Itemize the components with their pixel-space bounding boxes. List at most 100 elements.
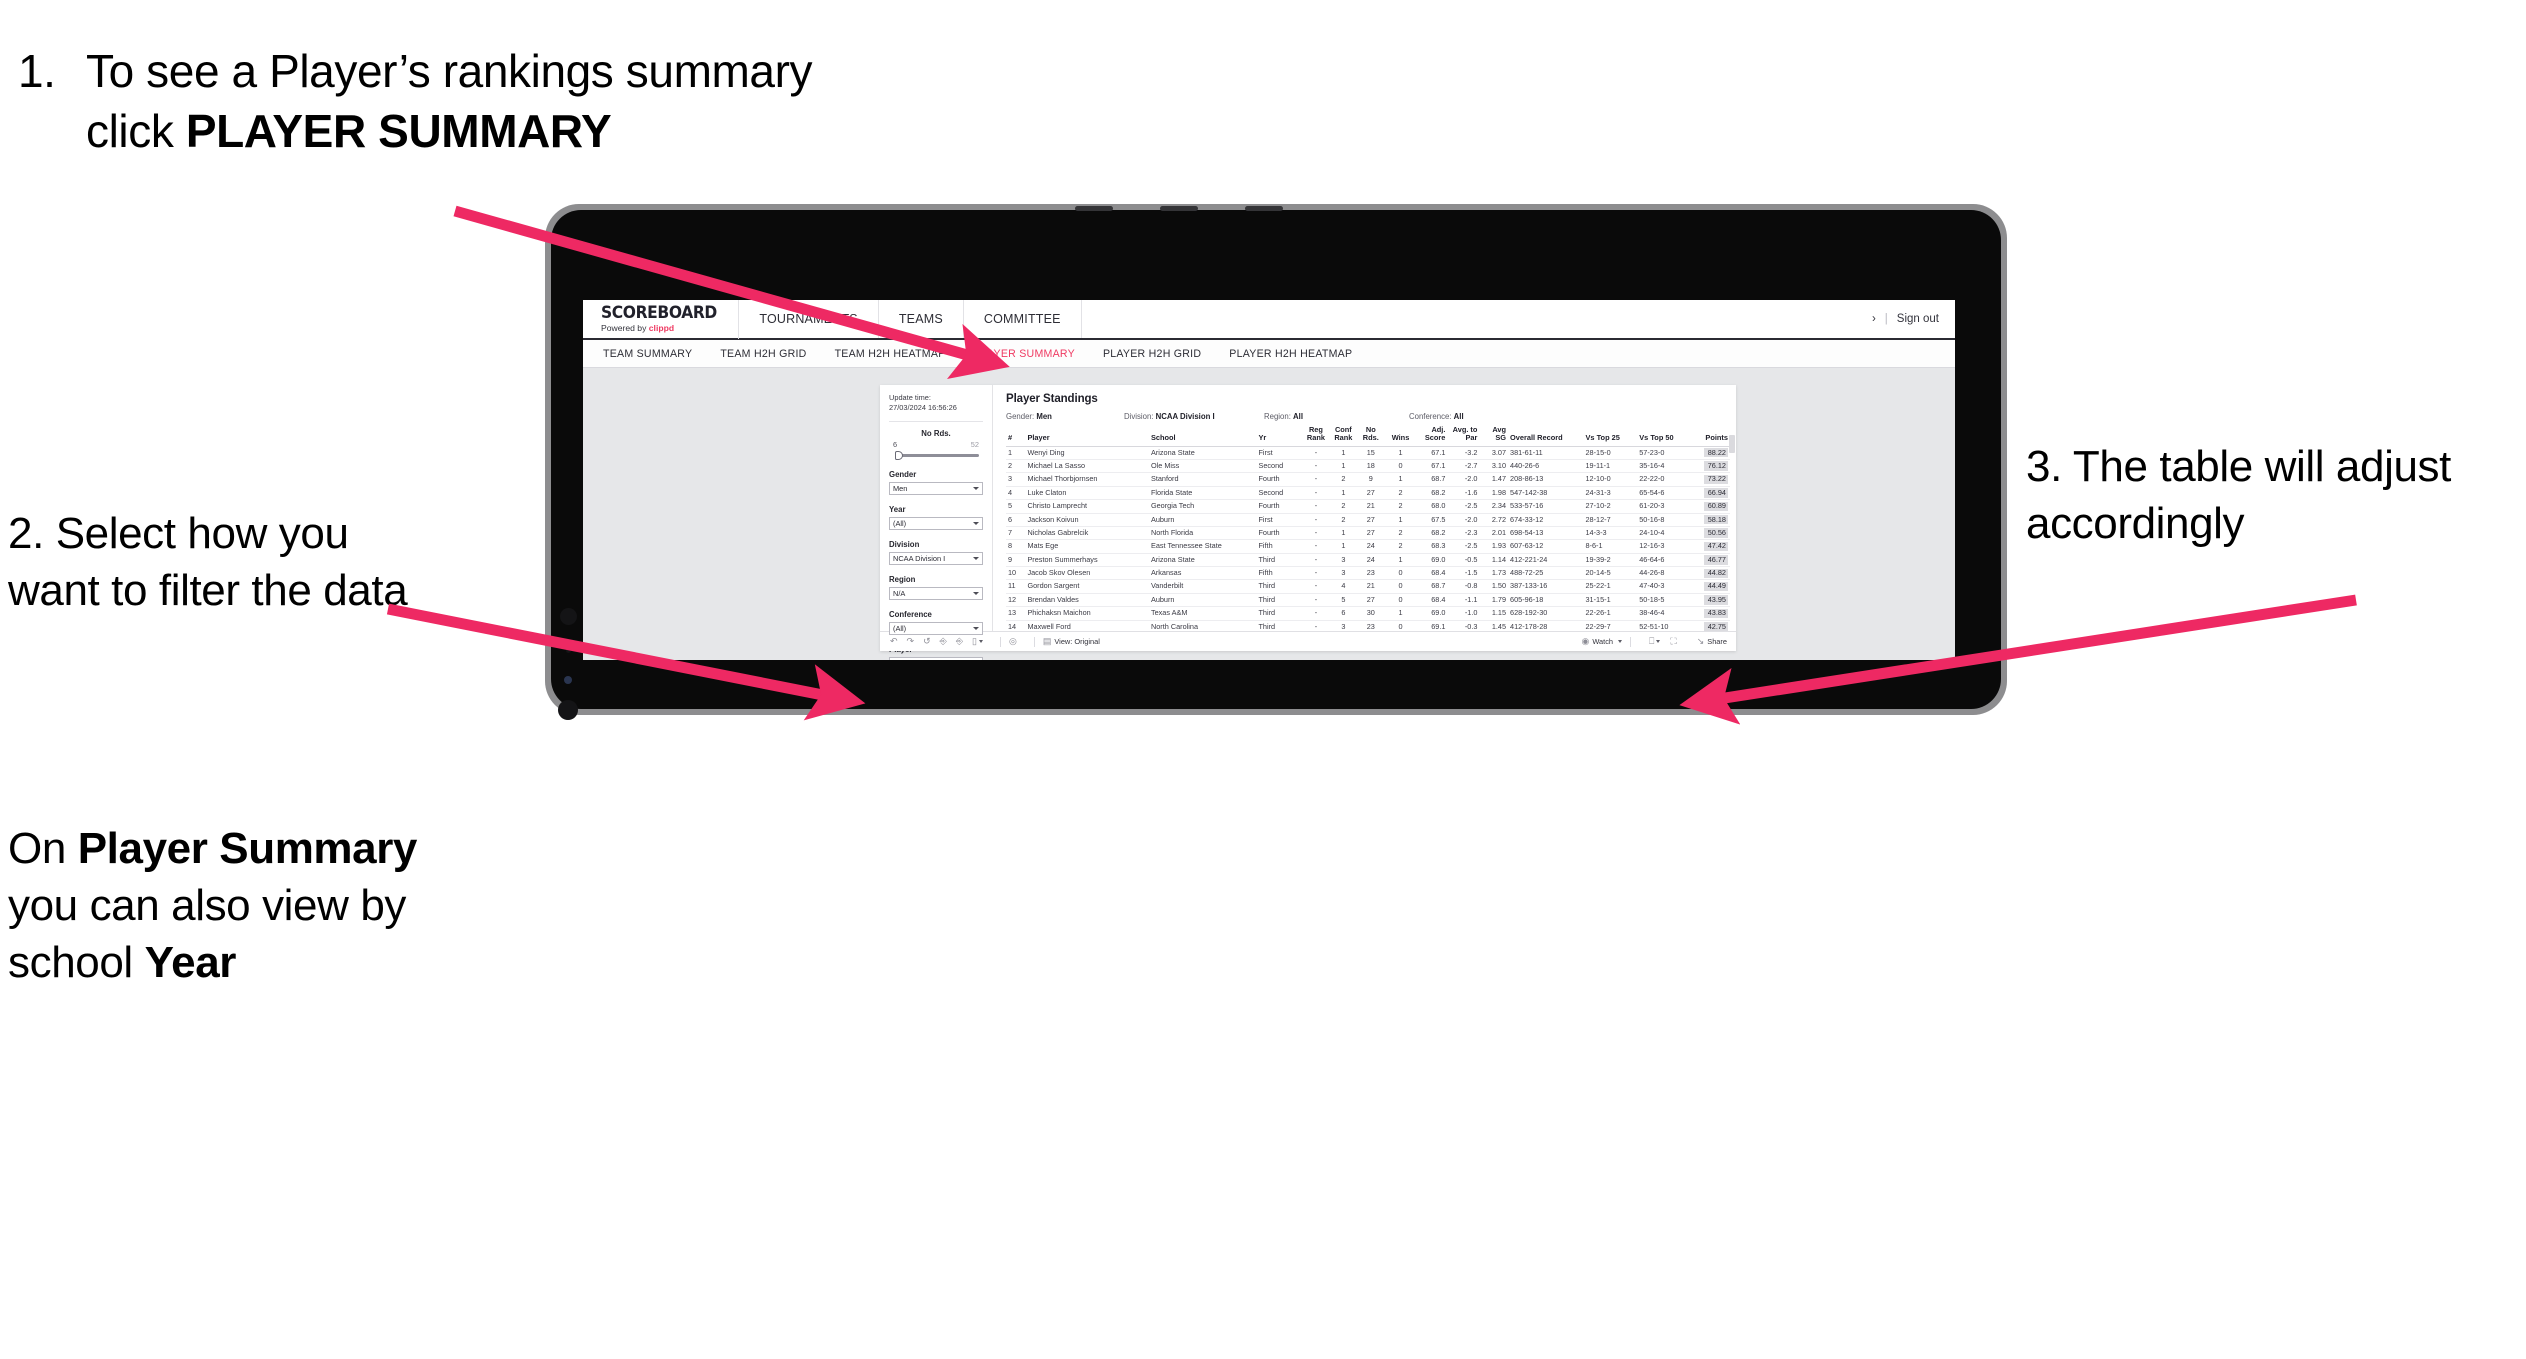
sign-out-link[interactable]: Sign out — [1897, 313, 1939, 325]
column-header-avg_sg[interactable]: Avg SG — [1479, 426, 1509, 447]
revert-all-icon[interactable]: ↺ — [923, 637, 931, 646]
cell-avg_sg: 2.01 — [1479, 526, 1509, 541]
meta-gender-value: Men — [1036, 412, 1052, 421]
player-standings-card: Update time: 27/03/2024 16:56:26 No Rds.… — [880, 385, 1736, 660]
column-header-avg_to_par[interactable]: Avg. to Par — [1447, 426, 1480, 447]
column-header-vs_top25[interactable]: Vs Top 25 — [1583, 426, 1638, 447]
table-row[interactable]: 6 Jackson Koivun Auburn First -2 27 1 67.5 -2.0 2… — [1006, 513, 1730, 527]
cell-conf_rank: 3 — [1329, 620, 1358, 631]
table-row[interactable]: 12 Brendan Valdes Auburn Third -5 27 0 68.4 -1.1… — [1006, 593, 1730, 608]
column-header-no_rds[interactable]: No Rds. — [1357, 426, 1385, 447]
cell-overall_record: 208-86-13 — [1508, 472, 1584, 487]
filter-gender-select[interactable]: Men — [889, 482, 983, 496]
cell-overall_record: 381-61-11 — [1508, 446, 1584, 460]
table-row[interactable]: 8 Mats Ege East Tennessee State Fifth -1 24 2 6… — [1006, 539, 1730, 554]
pause-auto-updates-icon[interactable]: ⎆ — [956, 637, 963, 646]
filter-gender-label: Gender — [889, 470, 917, 480]
toolbar-divider-2 — [1033, 636, 1035, 647]
tab-team-h2h-grid[interactable]: TEAM H2H GRID — [720, 348, 806, 360]
tablet-mic — [558, 700, 578, 720]
cell-player: Preston Summerhays — [1025, 553, 1149, 568]
view-original-button[interactable]: ▤ View: Original — [1043, 637, 1100, 647]
cell-rank: 1 — [1006, 446, 1026, 460]
cell-points: 58.18 — [1691, 513, 1730, 527]
undo-icon[interactable]: ↶ — [890, 637, 898, 646]
cell-avg_to_par: -1.0 — [1447, 606, 1480, 621]
tablet-sensor — [566, 648, 571, 653]
device-layout-icon[interactable]: ▯ — [972, 637, 983, 646]
filter-division: Division NCAA Division I — [889, 540, 983, 566]
filter-year-select[interactable]: (All) — [889, 517, 983, 531]
table-row[interactable]: 13 Phichaksn Maichon Texas A&M Third -6 30 1 69… — [1006, 606, 1730, 621]
cell-reg_rank: - — [1302, 446, 1330, 460]
nav-item-tournaments[interactable]: TOURNAMENTS — [739, 300, 879, 338]
standings-main: Player Standings Gender: Men Division: N… — [993, 385, 1736, 631]
download-icon[interactable]: ⎕ — [1649, 637, 1661, 646]
table-row[interactable]: 14 Maxwell Ford North Carolina Third -3 23 0 69… — [1006, 620, 1730, 631]
tab-player-summary[interactable]: PLAYER SUMMARY — [974, 348, 1075, 360]
fullscreen-icon[interactable]: ⛶ — [1670, 637, 1676, 646]
column-header-wins[interactable]: Wins — [1384, 426, 1417, 447]
table-row[interactable]: 5 Christo Lamprecht Georgia Tech Fourth -2 21… — [1006, 499, 1730, 514]
column-header-reg_rank[interactable]: Reg Rank — [1302, 426, 1330, 447]
cell-school: East Tennessee State — [1148, 539, 1257, 554]
table-row[interactable]: 7 Nicholas Gabrelcik North Florida Fourth -1… — [1006, 526, 1730, 541]
slider-handle[interactable] — [895, 451, 903, 461]
filter-division-select[interactable]: NCAA Division I — [889, 552, 983, 566]
column-header-yr[interactable]: Yr — [1256, 426, 1303, 447]
filter-year: Year (All) — [889, 505, 983, 531]
tab-player-h2h-heatmap[interactable]: PLAYER H2H HEATMAP — [1229, 348, 1352, 360]
meta-division-label: Division: — [1124, 412, 1156, 421]
column-header-player[interactable]: Player — [1025, 426, 1149, 447]
cell-conf_rank: 3 — [1329, 553, 1358, 568]
table-row[interactable]: 11 Gordon Sargent Vanderbilt Third -4 21 0 68.7… — [1006, 579, 1730, 594]
tab-team-summary[interactable]: TEAM SUMMARY — [603, 348, 692, 360]
column-header-vs_top50[interactable]: Vs Top 50 — [1637, 426, 1691, 447]
cell-points: 60.89 — [1691, 499, 1730, 514]
cell-wins: 0 — [1384, 566, 1417, 581]
table-row[interactable]: 10 Jacob Skov Olesen Arkansas Fifth -3 23 0 68.… — [1006, 566, 1730, 581]
column-header-conf_rank[interactable]: Conf Rank — [1329, 426, 1358, 447]
column-header-adj_score[interactable]: Adj. Score — [1416, 426, 1448, 447]
filter-conference-select[interactable]: (All) — [889, 622, 983, 636]
cell-no_rds: 24 — [1357, 539, 1385, 554]
table-row[interactable]: 4 Luke Claton Florida State Second -1 27 2 68.2… — [1006, 486, 1730, 501]
cell-school: North Carolina — [1148, 620, 1257, 631]
slide-canvas: 1. To see a Player’s rankings summary cl… — [0, 0, 2526, 1359]
refresh-icon[interactable]: ⎆ — [940, 637, 947, 646]
account-menu-truncated[interactable]: › — [1872, 313, 1876, 325]
no-rounds-slider[interactable] — [893, 450, 979, 461]
filter-region-select[interactable]: N/A — [889, 587, 983, 601]
watch-button[interactable]: ◉ Watch — [1571, 637, 1622, 646]
filter-player-select[interactable]: (All) — [889, 657, 983, 660]
cell-overall_record: 607-63-12 — [1508, 539, 1584, 554]
cell-overall_record: 488-72-25 — [1508, 566, 1584, 581]
table-scrollbar[interactable] — [1729, 435, 1735, 453]
cell-rank: 10 — [1006, 566, 1026, 581]
tab-team-h2h-heatmap[interactable]: TEAM H2H HEATMAP — [835, 348, 946, 360]
table-row[interactable]: 3 Michael Thorbjornsen Stanford Fourth -2 9 1 6… — [1006, 472, 1730, 487]
table-row[interactable]: 9 Preston Summerhays Arizona State Third -3 2… — [1006, 553, 1730, 568]
column-header-overall_record[interactable]: Overall Record — [1508, 426, 1584, 447]
share-button[interactable]: ↘ Share — [1687, 637, 1727, 647]
tab-player-h2h-grid[interactable]: PLAYER H2H GRID — [1103, 348, 1201, 360]
player-standings-table: # Player School Yr Reg Rank Conf Rank No Rds. W… — [1006, 426, 1730, 631]
column-header-rank[interactable]: # — [1006, 426, 1026, 447]
cell-reg_rank: - — [1302, 499, 1330, 514]
column-header-school[interactable]: School — [1148, 426, 1257, 447]
table-row[interactable]: 1 Wenyi Ding Arizona State First -1 15 1 67.1 -3… — [1006, 446, 1730, 460]
cell-adj_score: 69.0 — [1416, 553, 1448, 568]
cell-player: Maxwell Ford — [1025, 620, 1149, 631]
redo-icon[interactable]: ↷ — [907, 637, 915, 646]
table-row[interactable]: 2 Michael La Sasso Ole Miss Second -1 18 0 67.1… — [1006, 459, 1730, 474]
brand-logo[interactable]: SCOREBOARD Powered by clippd — [583, 300, 738, 338]
filter-no-rounds: No Rds. 6 52 — [889, 429, 983, 461]
cell-player: Michael Thorbjornsen — [1025, 472, 1149, 487]
alerts-icon[interactable]: ◎ — [1009, 637, 1017, 646]
filter-gender: Gender Men — [889, 470, 983, 496]
nav-item-committee[interactable]: COMMITTEE — [964, 300, 1082, 338]
standings-meta: Gender: Men Division: NCAA Division I Re… — [1006, 412, 1736, 421]
column-header-points[interactable]: Points — [1691, 426, 1730, 447]
nav-item-teams[interactable]: TEAMS — [879, 300, 964, 338]
cell-avg_to_par: -2.5 — [1447, 539, 1480, 554]
